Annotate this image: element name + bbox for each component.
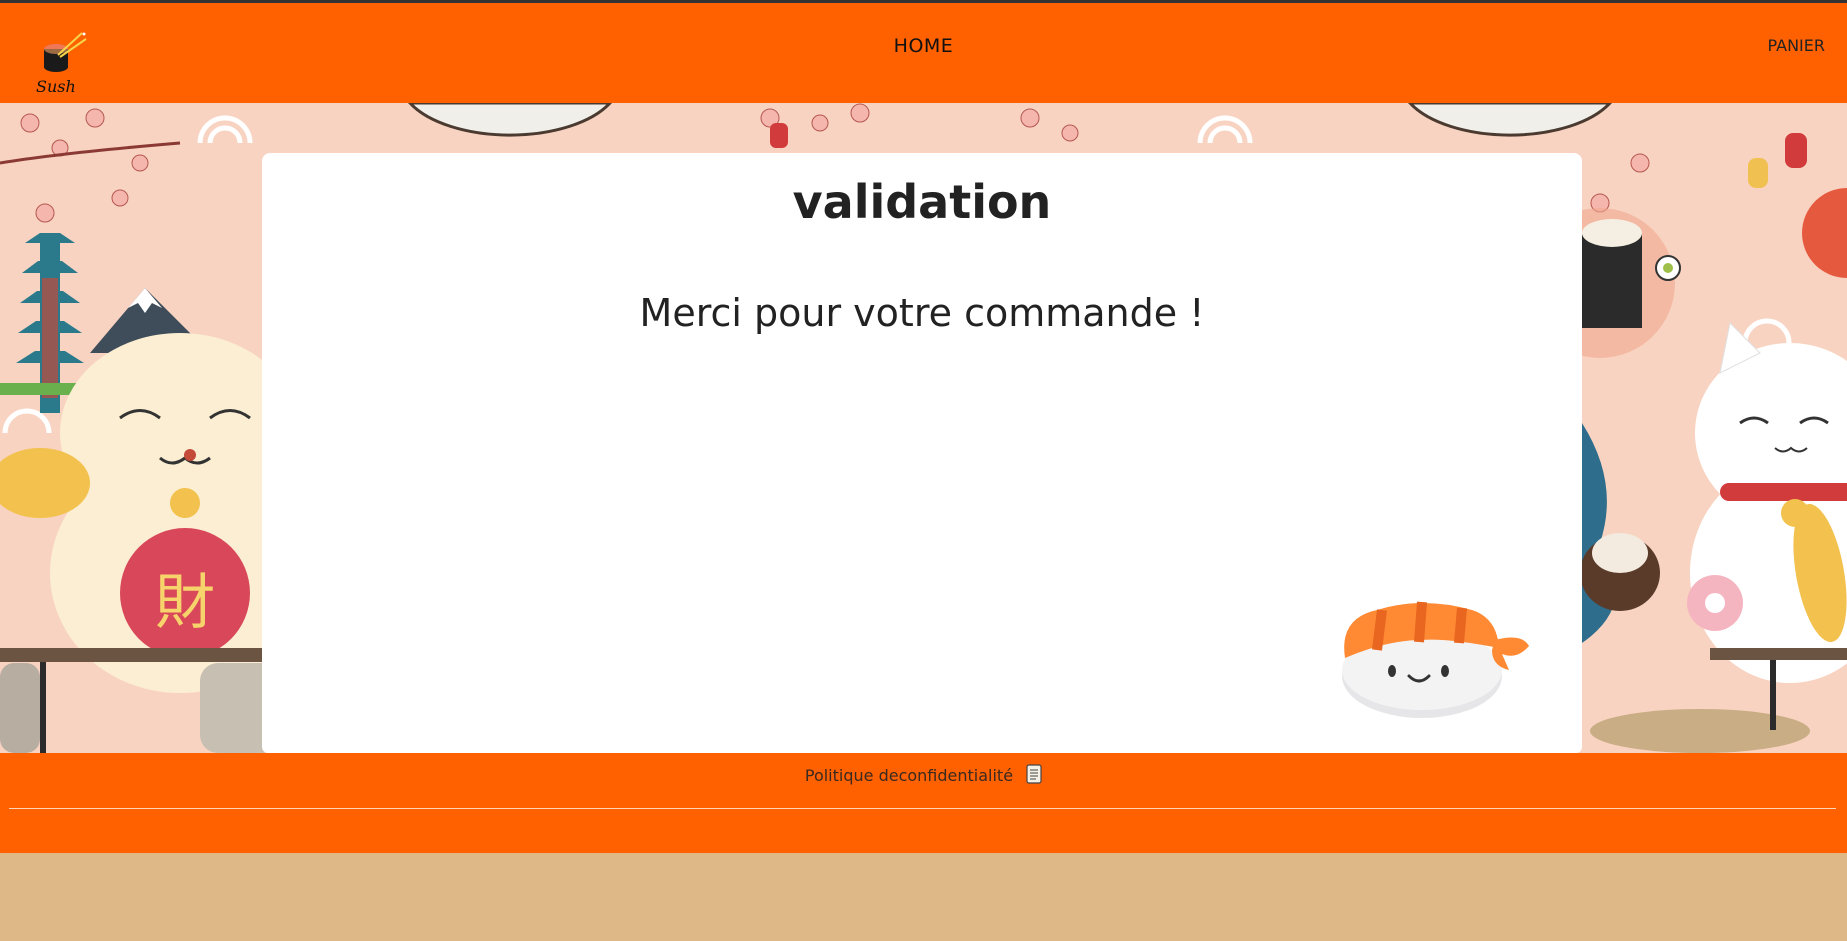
sushi-logo-icon: Sush — [36, 32, 87, 96]
sushi-mascot-icon — [1342, 601, 1529, 718]
site-header: Sush HOME PANIER — [0, 3, 1847, 103]
nav-home-link[interactable]: HOME — [894, 35, 954, 57]
logo-text: Sush — [36, 77, 76, 95]
site-footer: Politique deconfidentialité — [0, 753, 1847, 853]
privacy-policy-link[interactable]: Politique deconfidentialité — [805, 766, 1013, 785]
thank-you-message: Merci pour votre commande ! — [639, 291, 1205, 335]
footer-divider — [9, 808, 1836, 809]
scroll-document-icon — [1026, 764, 1042, 788]
nav-cart-link[interactable]: PANIER — [1768, 36, 1825, 55]
sushi-logo[interactable]: Sush — [34, 31, 94, 96]
validation-card: validation Merci pour votre commande ! — [262, 153, 1582, 753]
privacy-link-wrapper: Politique deconfidentialité — [0, 764, 1847, 788]
page-title: validation — [792, 175, 1052, 229]
nav-home-wrapper: HOME — [0, 35, 1847, 57]
svg-text:財: 財 — [155, 568, 215, 638]
sushi-mascot-image — [1327, 588, 1537, 722]
